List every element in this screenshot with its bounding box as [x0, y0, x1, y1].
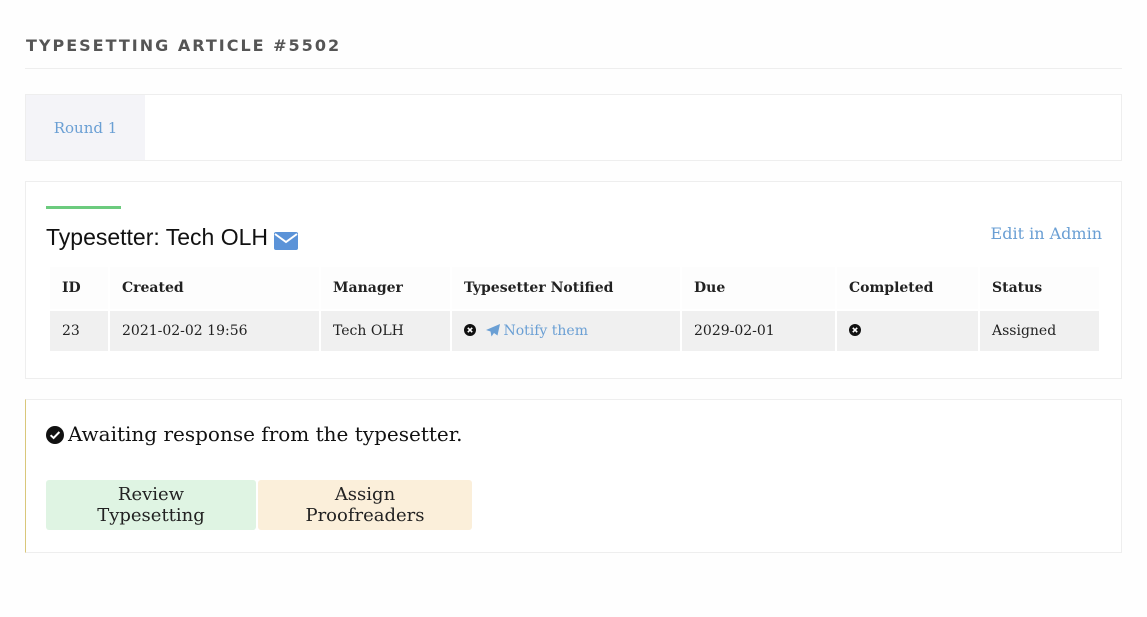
column-header-typesetter-notified: Typesetter Notified	[452, 267, 680, 309]
card-accent-bar	[46, 206, 121, 209]
review-typesetting-button[interactable]: Review Typesetting	[46, 480, 256, 530]
notify-them-label: Notify them	[503, 323, 588, 339]
column-header-status: Status	[980, 267, 1099, 309]
not-notified-icon	[464, 324, 476, 336]
status-message: Awaiting response from the typesetter.	[68, 422, 463, 446]
round-tabs: Round 1	[25, 94, 1122, 161]
column-header-manager: Manager	[321, 267, 450, 309]
typesetter-heading: Typesetter: Tech OLH	[46, 224, 269, 250]
page-title: TYPESETTING ARTICLE #5502	[26, 36, 342, 55]
cell-due: 2029-02-01	[682, 309, 835, 351]
not-completed-icon	[849, 324, 861, 336]
notify-them-link[interactable]: Notify them	[486, 323, 588, 339]
table-row: 23 2021-02-02 19:56 Tech OLH Notify them…	[50, 309, 1099, 351]
tab-round-1[interactable]: Round 1	[26, 95, 145, 160]
table-header-row: ID Created Manager Typesetter Notified D…	[50, 267, 1099, 309]
card-heading: Typesetter: Tech OLH	[46, 224, 299, 251]
cell-id: 23	[50, 309, 108, 351]
assign-proofreaders-button[interactable]: Assign Proofreaders	[258, 480, 472, 530]
cell-completed	[837, 309, 978, 351]
cell-created: 2021-02-02 19:56	[110, 309, 319, 351]
paper-plane-icon	[486, 324, 501, 337]
cell-typesetter-notified: Notify them	[452, 309, 680, 351]
title-divider	[25, 68, 1122, 69]
column-header-created: Created	[110, 267, 319, 309]
status-panel: Awaiting response from the typesetter. R…	[25, 399, 1122, 553]
envelope-icon[interactable]	[274, 229, 299, 250]
check-circle-icon	[46, 425, 64, 444]
column-header-id: ID	[50, 267, 108, 309]
typesetting-page: TYPESETTING ARTICLE #5502 Round 1 Typese…	[0, 0, 1147, 617]
edit-in-admin-link[interactable]: Edit in Admin	[991, 224, 1102, 243]
cell-manager: Tech OLH	[321, 309, 450, 351]
status-message-line: Awaiting response from the typesetter.	[46, 422, 462, 446]
typesetter-assignment-card: Typesetter: Tech OLH Edit in Admin ID Cr…	[25, 181, 1122, 379]
cell-status: Assigned	[980, 309, 1099, 351]
column-header-due: Due	[682, 267, 835, 309]
column-header-completed: Completed	[837, 267, 978, 309]
assignment-table: ID Created Manager Typesetter Notified D…	[48, 267, 1101, 351]
